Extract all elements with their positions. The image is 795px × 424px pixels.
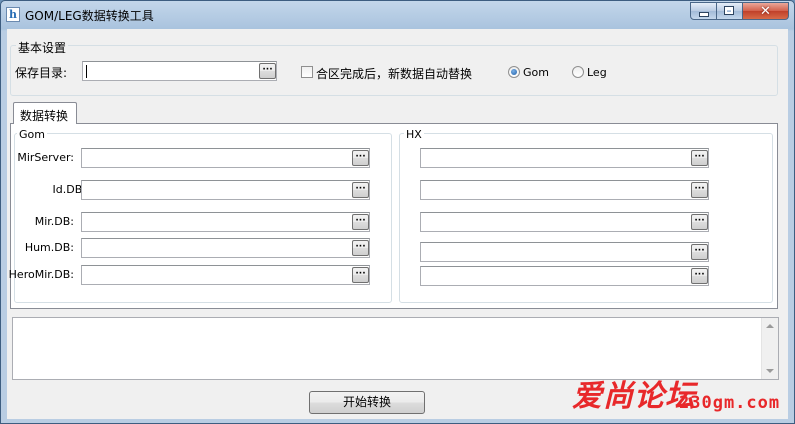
app-window: h GOM/LEG数据转换工具 ✕ 基本设置 保存目录: ··· 合区完成后，新…	[0, 0, 795, 424]
gom-radio-label[interactable]: Gom	[523, 66, 549, 79]
scroll-down-icon[interactable]	[766, 369, 774, 373]
mirdb-input[interactable]	[81, 212, 370, 232]
heromirdb-browse-button[interactable]: ···	[352, 267, 369, 283]
app-icon: h	[6, 7, 20, 22]
iddb-label: Id.DB:	[52, 183, 86, 196]
gom-radio[interactable]	[508, 66, 520, 78]
minimize-icon	[700, 13, 708, 16]
mirserver-browse-button[interactable]: ···	[352, 150, 369, 166]
close-button[interactable]: ✕	[743, 2, 789, 20]
client-area: 基本设置 保存目录: ··· 合区完成后，新数据自动替换 Gom Leg 数据转…	[7, 29, 788, 419]
hx-browse-button-3[interactable]: ···	[691, 214, 708, 230]
mirdb-browse-button[interactable]: ···	[352, 214, 369, 230]
humdb-label: Hum.DB:	[24, 241, 74, 254]
hx-browse-button-5[interactable]: ···	[691, 268, 708, 284]
auto-replace-label[interactable]: 合区完成后，新数据自动替换	[316, 65, 472, 82]
hx-browse-button-4[interactable]: ···	[691, 244, 708, 260]
scroll-up-icon[interactable]	[766, 324, 774, 328]
gom-group-label: Gom	[17, 128, 47, 141]
log-scrollbar[interactable]	[761, 318, 778, 379]
auto-replace-checkbox[interactable]	[301, 66, 313, 78]
hx-input-3[interactable]	[420, 212, 709, 232]
hx-browse-button-2[interactable]: ···	[691, 182, 708, 198]
hx-input-1[interactable]	[420, 148, 709, 168]
iddb-browse-button[interactable]: ···	[352, 182, 369, 198]
basic-settings-label: 基本设置	[16, 39, 69, 56]
mirserver-input[interactable]	[81, 148, 370, 168]
iddb-input[interactable]	[81, 180, 370, 200]
close-icon: ✕	[760, 4, 771, 19]
window-controls: ✕	[690, 2, 789, 21]
maximize-icon	[725, 7, 733, 14]
hx-browse-button-1[interactable]: ···	[691, 150, 708, 166]
heromirdb-input[interactable]	[81, 265, 370, 285]
hx-group-label: HX	[404, 128, 424, 141]
text-caret	[86, 65, 87, 78]
hx-input-4[interactable]	[420, 242, 709, 262]
mirdb-label: Mir.DB:	[34, 215, 74, 228]
hx-input-2[interactable]	[420, 180, 709, 200]
maximize-button[interactable]	[717, 2, 743, 20]
radio-selected-dot	[511, 69, 517, 75]
watermark-url: 230gm.com	[679, 393, 781, 413]
watermark-logo-text: 爱尚论坛	[572, 379, 696, 414]
start-convert-button[interactable]: 开始转换	[309, 391, 425, 414]
humdb-input[interactable]	[81, 238, 370, 258]
mirserver-label: MirServer:	[17, 151, 74, 164]
heromirdb-label: HeroMir.DB:	[8, 268, 74, 281]
window-title: GOM/LEG数据转换工具	[25, 9, 154, 23]
hx-input-5[interactable]	[420, 266, 709, 286]
humdb-browse-button[interactable]: ···	[352, 240, 369, 256]
save-dir-input[interactable]	[82, 61, 277, 81]
save-dir-label: 保存目录:	[15, 66, 68, 80]
tab-data-convert[interactable]: 数据转换	[13, 102, 77, 124]
app-icon-letter: h	[9, 8, 17, 21]
leg-radio-label[interactable]: Leg	[587, 66, 607, 79]
leg-radio[interactable]	[572, 66, 584, 78]
save-dir-browse-button[interactable]: ···	[259, 63, 276, 79]
minimize-button[interactable]	[690, 2, 717, 20]
title-bar[interactable]: h GOM/LEG数据转换工具 ✕	[1, 1, 794, 29]
tab-data-convert-label: 数据转换	[20, 109, 69, 123]
